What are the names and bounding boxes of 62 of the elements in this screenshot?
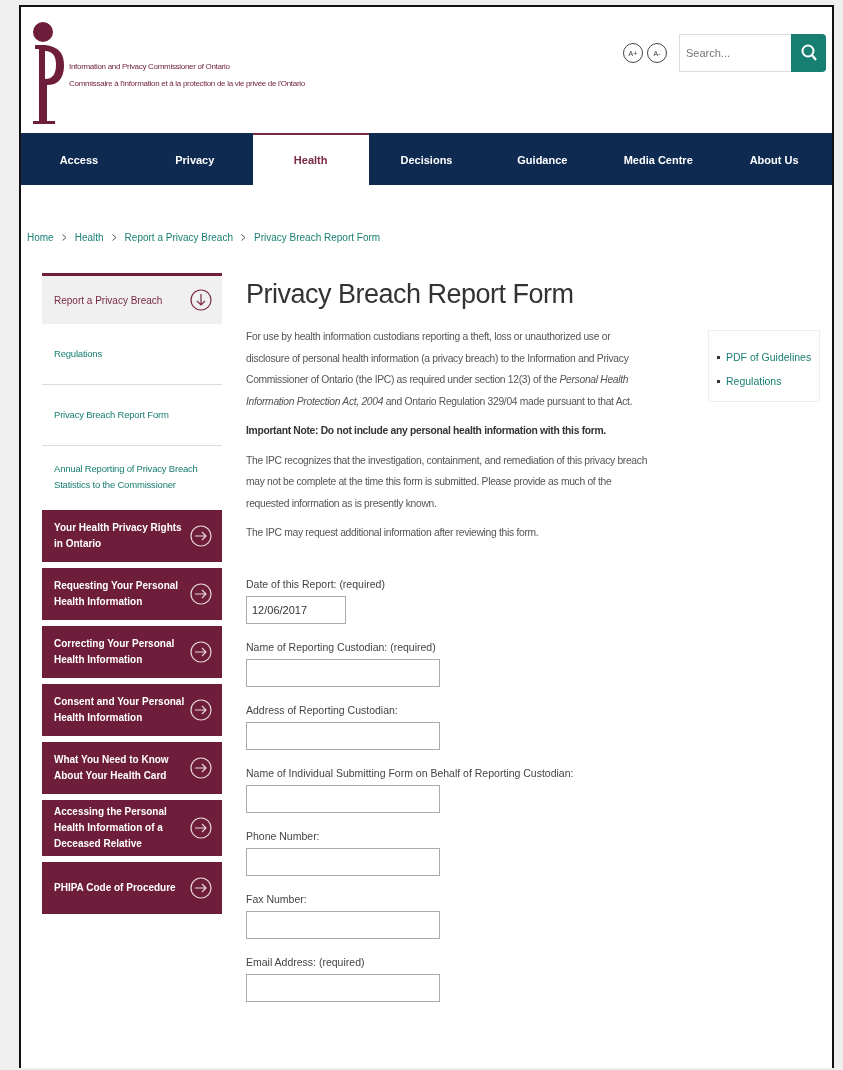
field-label: Email Address: (required) (246, 955, 365, 968)
organization-name: Information and Privacy Commissioner of Ontario (69, 62, 231, 71)
nav-tab[interactable]: Privacy (136, 133, 253, 185)
related-link[interactable]: PDF of Guidelines (726, 351, 812, 363)
field-label: Name of Individual Submitting Form on Behalf of Reporting Custodian: (246, 766, 574, 779)
topic-button[interactable]: Your Health Privacy Rights in Ontario (42, 510, 222, 562)
chevron-right-icon (111, 233, 117, 241)
field-label: Date of this Report: (required) (246, 577, 385, 590)
arrow-right-icon (190, 583, 212, 605)
bullet-icon (717, 355, 720, 359)
chevron-right-icon (241, 233, 246, 241)
sidebar-link[interactable]: Regulations (42, 324, 222, 385)
input-field[interactable] (246, 658, 440, 687)
topic-button[interactable]: Accessing the Personal Health Information of a Deceased Relative (42, 800, 222, 856)
nav-tab[interactable]: Decisions (368, 133, 485, 185)
bullet-icon (717, 379, 720, 383)
chevron-right-icon (61, 233, 67, 241)
input-field[interactable]: 12/06/2017 (246, 595, 346, 624)
topic-button[interactable]: PHIPA Code of Procedure (42, 862, 222, 914)
arrow-right-icon (190, 641, 212, 663)
important-note: Important Note: Do not include any personal health information with this form. (246, 424, 607, 438)
input-field[interactable] (246, 784, 440, 813)
sidebar-section-header[interactable]: Report a Privacy Breach (42, 273, 222, 324)
field-label: Fax Number: (246, 892, 307, 905)
logo-icon[interactable] (31, 21, 65, 125)
nav-tab[interactable]: Access (21, 133, 137, 185)
chevron-down-icon (190, 289, 212, 311)
breadcrumb-link[interactable]: Home (27, 231, 54, 243)
search-icon (800, 44, 817, 62)
topic-button[interactable]: Correcting Your Personal Health Information (42, 626, 222, 678)
input-field[interactable] (246, 847, 440, 876)
nav-tab[interactable]: Media Centre (600, 133, 717, 185)
organization-name: Commissaire à l'information et à la protection de la vie privée de l'Ontario (69, 79, 305, 88)
field-label: Address of Reporting Custodian: (246, 703, 398, 716)
search-button[interactable] (791, 34, 826, 72)
input-field[interactable] (246, 910, 440, 939)
breadcrumb-link[interactable]: Health (74, 231, 104, 243)
arrow-right-icon (190, 699, 212, 721)
arrow-right-icon (190, 525, 212, 547)
paragraph: For use by health information custodians reporting a theft, loss or unauthorized use or disclosure of personal health information (a privacy breach) to the Information and Privacy Commissioner of Ontario (the IPC) as required under section 12(3) of the Personal Health Information Protection Act, 2004 and Ontario Regulation 329/04 made pursuant to that Act. (246, 330, 634, 409)
arrow-right-icon (190, 877, 212, 899)
input-field[interactable] (246, 721, 440, 750)
arrow-right-icon (190, 817, 212, 839)
topic-button[interactable]: What You Need to Know About Your Health Card (42, 742, 222, 794)
field-label: Phone Number: (246, 829, 320, 842)
topic-button[interactable]: Requesting Your Personal Health Information (42, 568, 222, 620)
nav-tab[interactable]: Health (252, 133, 369, 185)
paragraph: The IPC may request additional information after reviewing this form. (246, 526, 540, 540)
nav-tab[interactable]: Guidance (484, 133, 601, 185)
field-label: Name of Reporting Custodian: (required) (246, 640, 436, 653)
topic-button[interactable]: Consent and Your Personal Health Information (42, 684, 222, 736)
breadcrumb-link[interactable]: Report a Privacy Breach (124, 231, 233, 243)
sidebar-link[interactable]: Privacy Breach Report Form (42, 385, 222, 446)
paragraph: The IPC recognizes that the investigation, containment, and remediation of this privacy breach may not be complete at the time this form is submitted. Please provide as much of the requested information as is presently known. (246, 453, 649, 511)
nav-tab[interactable]: About Us (716, 133, 832, 185)
page-title: Privacy Breach Report Form (246, 279, 575, 310)
related-link[interactable]: Regulations (726, 375, 782, 387)
sidebar-link[interactable]: Annual Reporting of Privacy Breach Statistics to the Commissioner (42, 446, 222, 508)
search-field[interactable]: Search... (679, 34, 791, 72)
arrow-right-icon (190, 757, 212, 779)
input-field[interactable] (246, 973, 440, 1002)
breadcrumb-link[interactable]: Privacy Breach Report Form (254, 231, 381, 243)
